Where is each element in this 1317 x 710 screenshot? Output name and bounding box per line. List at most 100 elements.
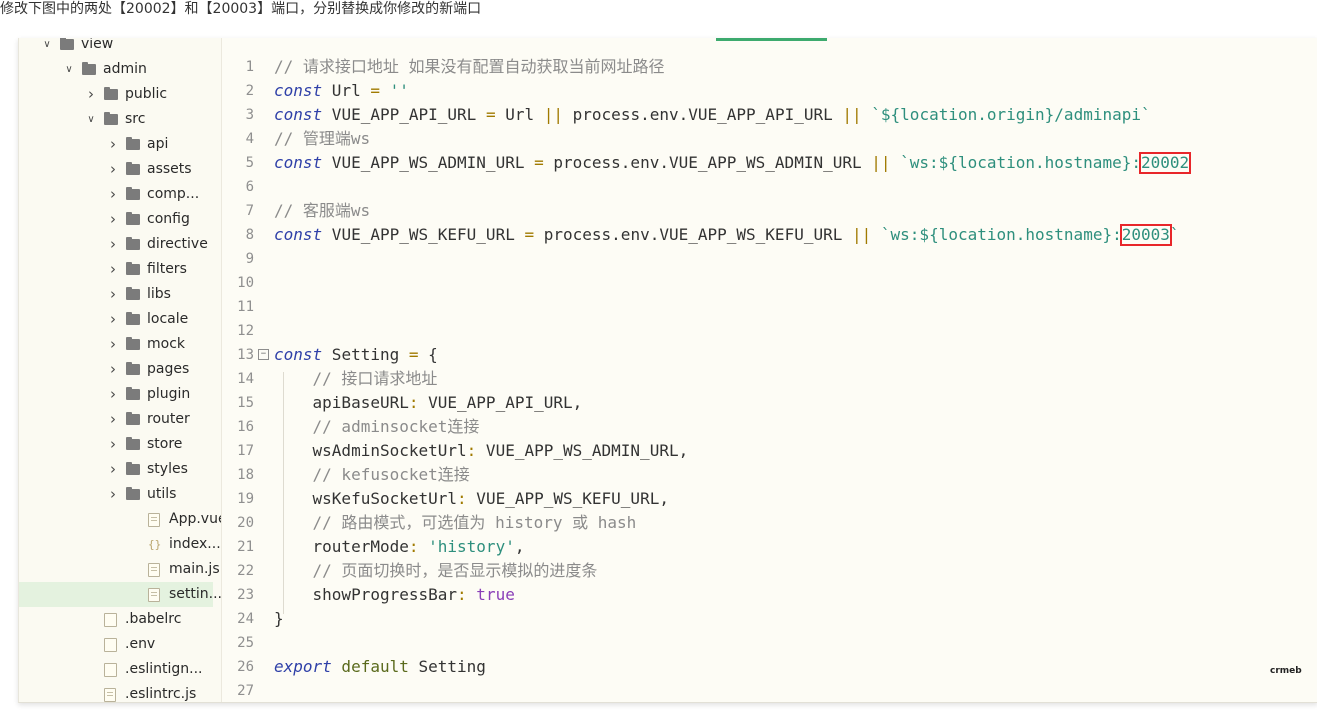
- chevron-right-icon[interactable]: ›: [107, 307, 119, 332]
- tree-folder[interactable]: › router: [19, 407, 213, 432]
- chevron-down-icon[interactable]: ∨: [63, 57, 75, 82]
- code-line[interactable]: 8 const VUE_APP_WS_KEFU_URL = process.env…: [222, 223, 1317, 247]
- code-line[interactable]: 19 wsKefuSocketUrl: VUE_APP_WS_KEFU_URL,: [222, 487, 1317, 511]
- tree-file[interactable]: .eslintrc.js: [19, 682, 213, 702]
- tree-file[interactable]: main.js: [19, 557, 220, 582]
- code-line[interactable]: 21 routerMode: 'history',: [222, 535, 1317, 559]
- chevron-right-icon[interactable]: ›: [107, 432, 119, 457]
- code-token: wsAdminSocketUrl: [274, 441, 467, 460]
- code-line[interactable]: 20 // 路由模式，可选值为 history 或 hash: [222, 511, 1317, 535]
- tree-folder[interactable]: › filters: [19, 257, 213, 282]
- code-token: export: [274, 657, 332, 676]
- folder-icon: [126, 212, 140, 225]
- code-line[interactable]: 14 // 接口请求地址: [222, 367, 1317, 391]
- code-text: // 接口请求地址: [274, 367, 438, 391]
- chevron-right-icon[interactable]: ›: [107, 407, 119, 432]
- tree-folder[interactable]: › locale: [19, 307, 213, 332]
- tree-file[interactable]: .env: [19, 632, 213, 657]
- tree-folder[interactable]: › directive: [19, 232, 213, 257]
- code-line[interactable]: 4 // 管理端ws: [222, 127, 1317, 151]
- chevron-right-icon[interactable]: ›: [107, 257, 119, 282]
- code-line[interactable]: 23 showProgressBar: true: [222, 583, 1317, 607]
- chevron-right-icon[interactable]: ›: [107, 207, 119, 232]
- tree-folder[interactable]: › comp...: [19, 182, 213, 207]
- code-token: apiBaseURL: [274, 393, 409, 412]
- chevron-right-icon[interactable]: ›: [107, 357, 119, 382]
- tree-folder[interactable]: ∨ admin: [19, 57, 213, 82]
- tree-folder[interactable]: › store: [19, 432, 213, 457]
- tree-item-label: App.vue: [169, 511, 222, 527]
- code-text: const VUE_APP_WS_ADMIN_URL = process.env…: [274, 151, 1192, 175]
- tree-folder[interactable]: ∨ src: [19, 107, 213, 132]
- code-line[interactable]: 17 wsAdminSocketUrl: VUE_APP_WS_ADMIN_UR…: [222, 439, 1317, 463]
- tree-file[interactable]: {} index....: [19, 532, 221, 557]
- tree-item-label: locale: [147, 311, 189, 327]
- code-line[interactable]: 9: [222, 247, 1317, 271]
- code-line[interactable]: 26 export default Setting: [222, 655, 1317, 679]
- tree-item-label: comp...: [147, 186, 200, 202]
- tree-folder[interactable]: › pages: [19, 357, 213, 382]
- fold-toggle-icon[interactable]: −: [258, 349, 269, 360]
- code-token: // adminsocket连接: [274, 417, 480, 436]
- highlighted-port-number: 20003: [1119, 224, 1172, 246]
- tree-folder[interactable]: ∨ view: [19, 38, 213, 57]
- code-pane: 1 // 请求接口地址 如果没有配置自动获取当前网址路径 2 const Url = …: [222, 38, 1317, 702]
- tree-folder[interactable]: › mock: [19, 332, 213, 357]
- tree-folder[interactable]: › public: [19, 82, 213, 107]
- code-line[interactable]: 16 // adminsocket连接: [222, 415, 1317, 439]
- tree-file[interactable]: .eslintign...: [19, 657, 213, 682]
- chevron-right-icon[interactable]: ›: [107, 457, 119, 482]
- chevron-right-icon[interactable]: ›: [107, 332, 119, 357]
- tree-folder[interactable]: › plugin: [19, 382, 213, 407]
- code-line[interactable]: 15 apiBaseURL: VUE_APP_API_URL,: [222, 391, 1317, 415]
- code-token: :: [457, 585, 467, 604]
- folder-icon: [82, 62, 96, 75]
- chevron-right-icon[interactable]: ›: [107, 382, 119, 407]
- tree-file[interactable]: .babelrc: [19, 607, 213, 632]
- code-text: showProgressBar: true: [274, 583, 515, 607]
- code-line[interactable]: 1 // 请求接口地址 如果没有配置自动获取当前网址路径: [222, 55, 1317, 79]
- chevron-right-icon[interactable]: ›: [107, 282, 119, 307]
- tree-folder[interactable]: › config: [19, 207, 213, 232]
- code-line[interactable]: 12: [222, 319, 1317, 343]
- code-line[interactable]: 5 const VUE_APP_WS_ADMIN_URL = process.en…: [222, 151, 1317, 175]
- code-line[interactable]: 10: [222, 271, 1317, 295]
- line-number: 18: [237, 467, 254, 483]
- chevron-right-icon[interactable]: ›: [85, 82, 97, 107]
- line-number: 19: [237, 491, 254, 507]
- chevron-right-icon[interactable]: ›: [107, 482, 119, 507]
- code-line[interactable]: 24}: [222, 607, 1317, 631]
- tree-folder[interactable]: › assets: [19, 157, 213, 182]
- chevron-down-icon[interactable]: ∨: [85, 107, 97, 132]
- tree-file[interactable]: App.vue: [19, 507, 221, 532]
- code-token: // 管理端ws: [274, 129, 371, 148]
- code-line[interactable]: 18 // kefusocket连接: [222, 463, 1317, 487]
- chevron-right-icon[interactable]: ›: [107, 157, 119, 182]
- code-token: // 路由模式，可选值为 history 或 hash: [274, 513, 637, 532]
- chevron-right-icon[interactable]: ›: [107, 182, 119, 207]
- line-number: 12: [237, 323, 254, 339]
- code-text: const Url = '': [274, 79, 409, 103]
- code-line[interactable]: 7 // 客服端ws: [222, 199, 1317, 223]
- code-line[interactable]: 13− const Setting = {: [222, 343, 1317, 367]
- code-line[interactable]: 27: [222, 679, 1317, 702]
- code-line[interactable]: 25: [222, 631, 1317, 655]
- code-line[interactable]: 11: [222, 295, 1317, 319]
- tree-folder[interactable]: › libs: [19, 282, 213, 307]
- chevron-right-icon[interactable]: ›: [107, 232, 119, 257]
- tree-file[interactable]: settin...: [19, 582, 221, 607]
- code-line[interactable]: 3 const VUE_APP_API_URL = Url || process.…: [222, 103, 1317, 127]
- tree-folder[interactable]: › styles: [19, 457, 213, 482]
- code-text: wsKefuSocketUrl: VUE_APP_WS_KEFU_URL,: [274, 487, 669, 511]
- code-token: :: [457, 489, 467, 508]
- code-line[interactable]: 2 const Url = '': [222, 79, 1317, 103]
- code-token: :: [408, 537, 419, 556]
- json-file-icon: {}: [148, 538, 162, 551]
- tree-item-label: .babelrc: [125, 611, 182, 627]
- chevron-down-icon[interactable]: ∨: [41, 38, 53, 57]
- code-line[interactable]: 22 // 页面切换时，是否显示模拟的进度条: [222, 559, 1317, 583]
- chevron-right-icon[interactable]: ›: [107, 132, 119, 157]
- tree-folder[interactable]: › utils: [19, 482, 213, 507]
- tree-folder[interactable]: › api: [19, 132, 213, 157]
- code-line[interactable]: 6: [222, 175, 1317, 199]
